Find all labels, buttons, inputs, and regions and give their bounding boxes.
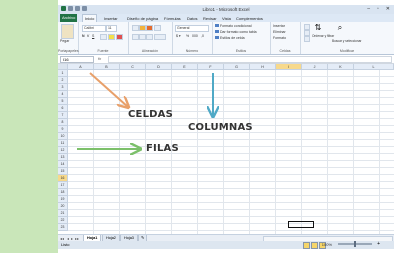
columnas-label: COLUMNAS	[188, 122, 253, 133]
celdas-arrow	[89, 72, 128, 107]
celdas-label: CELDAS	[128, 109, 173, 120]
filas-label: FILAS	[146, 143, 179, 154]
